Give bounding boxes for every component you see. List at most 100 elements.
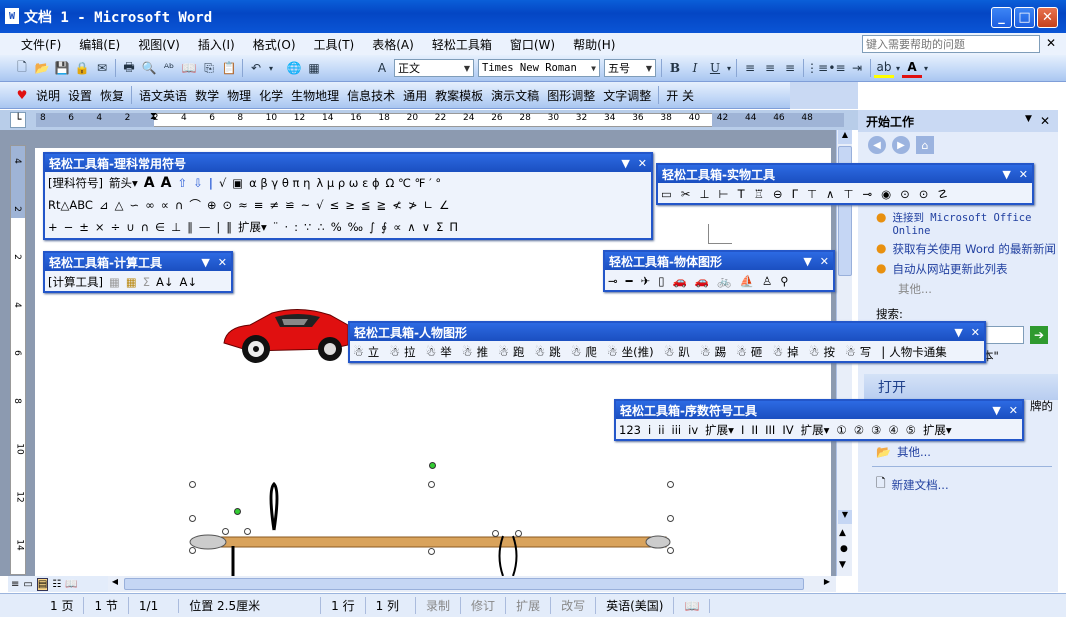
selection-handle[interactable] (515, 530, 522, 537)
symbol-button[interactable]: − (64, 220, 74, 234)
selection-handle[interactable] (222, 528, 229, 535)
tb3-menu[interactable]: 通用 (399, 87, 431, 104)
selection-handle[interactable] (189, 515, 196, 522)
symbol-button[interactable]: △ (115, 198, 124, 212)
symbol-button[interactable]: ∩ (141, 220, 149, 234)
symbol-button[interactable]: ≠ (269, 198, 279, 212)
image-icon[interactable]: ▣ (232, 176, 243, 190)
calc-toolbar-titlebar[interactable]: 轻松工具箱-计算工具 ▼ ✕ (45, 253, 231, 271)
symbol-button[interactable]: ∮ (381, 220, 387, 234)
underline-dropdown-icon[interactable]: ▾ (725, 58, 733, 78)
indent-icon[interactable]: ⇥ (847, 58, 867, 78)
outline-view-icon[interactable]: ☷ (52, 579, 61, 590)
align-left-icon[interactable]: ≡ (740, 58, 760, 78)
shape-tool-icon[interactable]: 🚗 (673, 274, 687, 288)
ordinal-button[interactable]: ② (854, 423, 864, 437)
underline-icon[interactable]: U (705, 58, 725, 78)
sym-units[interactable]: Ω ℃ ℉ ′ ° (386, 176, 442, 190)
close-icon[interactable]: ✕ (820, 255, 829, 268)
ordinal-button[interactable]: I (741, 423, 744, 437)
new-doc-icon[interactable]: 🗋 (12, 58, 32, 78)
menu-file[interactable]: 文件(F) (12, 36, 70, 53)
new-doc-link[interactable]: 新建文档... (892, 477, 949, 493)
ordinal-button[interactable]: ① (836, 423, 846, 437)
tb3-menu[interactable]: 教案模板 (431, 87, 487, 104)
shape-tool-icon[interactable]: ▯ (658, 274, 664, 288)
symbols-toolbar-titlebar[interactable]: 轻松工具箱-理科常用符号 ▼ ✕ (45, 154, 651, 172)
symbol-button[interactable]: ⊿ (99, 198, 109, 212)
styles-icon[interactable]: A (372, 58, 392, 78)
person-action-label[interactable]: 人物卡通集 (889, 344, 947, 360)
tb3-item[interactable]: 演示文稿 (487, 87, 543, 104)
symbol-button[interactable]: ∝ (161, 198, 169, 212)
symbol-button[interactable]: + (48, 220, 58, 234)
ordinal-button[interactable]: 扩展▾ (801, 422, 830, 438)
symbol-button[interactable]: % (331, 220, 342, 234)
object-tool-icon[interactable]: ⊙ (900, 187, 910, 201)
chevron-down-icon[interactable]: ▼ (992, 404, 1000, 417)
email-icon[interactable]: ✉ (92, 58, 112, 78)
person-action-label[interactable]: 爬 (585, 344, 597, 360)
copy-icon[interactable]: ⎘ (199, 58, 219, 78)
scroll-left-arrow[interactable]: ◀ (108, 577, 122, 591)
symbol-button[interactable]: | (216, 220, 220, 234)
tb3-item[interactable]: 说明 (32, 87, 64, 104)
shape-tool-icon[interactable]: 🚗 (695, 274, 709, 288)
help-search-input[interactable] (862, 35, 1040, 53)
ordinal-button[interactable]: 扩展▾ (705, 422, 734, 438)
ordinal-button[interactable]: II (751, 423, 758, 437)
ordinal-button[interactable]: 123 (619, 423, 641, 437)
chevron-down-icon[interactable]: ▼ (803, 255, 811, 268)
menu-view[interactable]: 视图(V) (129, 36, 189, 53)
symbol-button[interactable]: ¨ (273, 220, 279, 234)
object-tool-icon[interactable]: ⊖ (773, 187, 783, 201)
person-action-label[interactable]: 掉 (787, 344, 799, 360)
person-figure-icon[interactable]: ☃ (772, 345, 783, 359)
object-tool-icon[interactable]: ▭ (661, 187, 672, 201)
hscroll-thumb[interactable] (124, 578, 804, 590)
object-tool-icon[interactable]: ⊤ (807, 187, 817, 201)
numbers-toolbar-titlebar[interactable]: 轻松工具箱-序数符号工具 ▼ ✕ (616, 401, 1022, 419)
person-figure-icon[interactable]: ☃ (845, 345, 856, 359)
up-arrow-icon[interactable]: ⇧ (177, 176, 187, 190)
chevron-down-icon[interactable]: ▼ (1002, 168, 1010, 181)
forward-icon[interactable]: ▶ (892, 136, 910, 154)
person-action-label[interactable]: 写 (860, 344, 872, 360)
bold-icon[interactable]: B (665, 58, 685, 78)
person-action-label[interactable]: 推 (477, 344, 489, 360)
shape-tool-icon[interactable]: ♙ (762, 274, 772, 288)
object-tool-icon[interactable]: ⊸ (862, 187, 872, 201)
subscript-icon[interactable]: A (161, 175, 172, 191)
font-color-icon[interactable]: A (902, 58, 922, 78)
close-icon[interactable]: ✕ (1009, 404, 1018, 417)
object-tool-icon[interactable]: ◉ (881, 187, 891, 201)
selection-handle[interactable] (428, 481, 435, 488)
status-mode-ovr[interactable]: 改写 (551, 597, 597, 614)
reading-view-icon[interactable]: 📖 (65, 579, 77, 590)
scroll-right-arrow[interactable]: ▶ (820, 577, 834, 591)
maximize-button[interactable]: □ (1014, 7, 1035, 28)
person-figure-icon[interactable]: ☃ (607, 345, 618, 359)
symbol-button[interactable]: ⊙ (222, 198, 232, 212)
selection-handle[interactable] (667, 515, 674, 522)
symbol-button[interactable]: ∞ (145, 198, 155, 212)
object-tool-icon[interactable]: ♖ (754, 187, 764, 201)
close-icon[interactable]: ✕ (1019, 168, 1028, 181)
tb3-item[interactable]: 文字调整 (599, 87, 655, 104)
link-update[interactable]: 自动从网站更新此列表 (892, 261, 1007, 277)
symbol-button[interactable]: ⊥ (171, 220, 181, 234)
calc-grid-icon[interactable]: ▦ (109, 275, 120, 289)
car-image[interactable] (220, 305, 350, 367)
symbol-button[interactable]: ∪ (126, 220, 134, 234)
shape-tool-icon[interactable]: ⊸ (608, 274, 618, 288)
close-icon[interactable]: ✕ (638, 157, 647, 170)
symbol-button[interactable]: ≌ (285, 198, 295, 212)
person-figure-icon[interactable]: ☃ (389, 345, 400, 359)
selection-handle[interactable] (492, 530, 499, 537)
person-action-label[interactable]: 踢 (715, 344, 727, 360)
spelling-status-icon[interactable]: 📖 (674, 598, 711, 613)
person-action-label[interactable]: 坐(推) (622, 344, 654, 360)
status-mode-trk[interactable]: 修订 (461, 597, 507, 614)
status-language[interactable]: 英语(美国) (596, 597, 675, 614)
chevron-down-icon[interactable]: ▼ (1025, 114, 1032, 128)
